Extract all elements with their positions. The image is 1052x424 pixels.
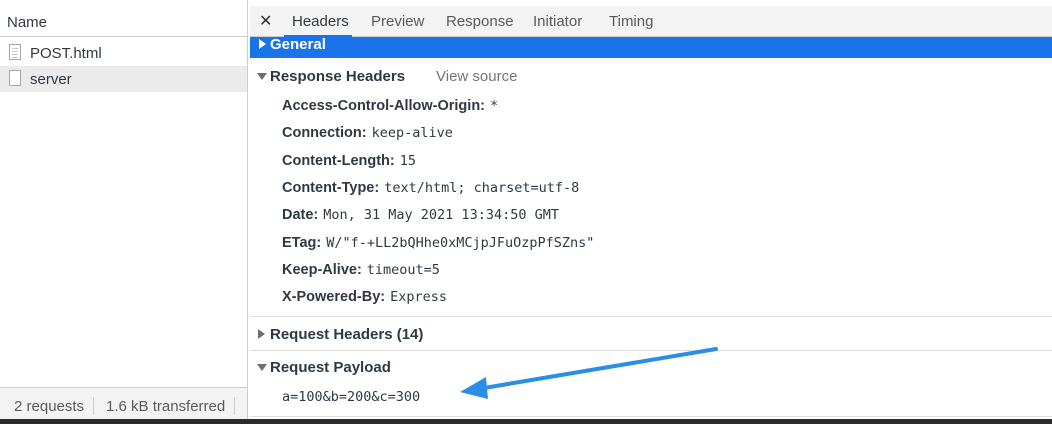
request-count: 2 requests xyxy=(14,398,85,415)
document-file-icon xyxy=(9,44,21,60)
status-divider xyxy=(234,397,235,415)
annotation-arrow-icon xyxy=(460,347,718,399)
request-details-pane: ✕ Headers Preview Response Initiator Tim… xyxy=(250,0,1052,424)
transferred-size: 1.6 kB transferred xyxy=(106,398,226,415)
name-column-header[interactable]: Name xyxy=(0,6,247,37)
request-name: server xyxy=(30,71,72,88)
blank-file-icon xyxy=(9,70,21,86)
request-row-server[interactable]: server xyxy=(0,66,247,92)
bottom-edge xyxy=(0,419,1052,424)
name-column-label: Name xyxy=(7,14,48,31)
request-list-pane: Name POST.html server 2 requests 1.6 kB … xyxy=(0,0,248,424)
status-divider xyxy=(93,397,94,415)
request-name: POST.html xyxy=(30,45,102,62)
request-row-post-html[interactable]: POST.html xyxy=(0,40,247,66)
